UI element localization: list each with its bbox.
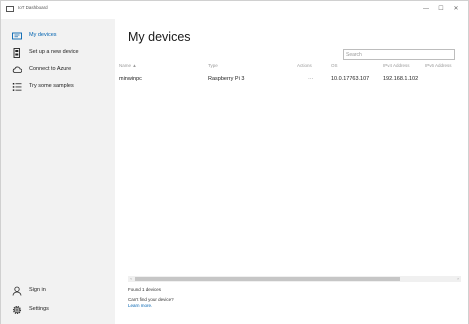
- cant-find-text: Can't find your device?: [128, 297, 174, 302]
- app-window: IoT Dashboard — ☐ ✕ My devices Set up a …: [0, 0, 469, 324]
- cloud-icon: [12, 65, 22, 75]
- device-actions-button[interactable]: ···: [308, 76, 314, 82]
- app-icon: [6, 6, 14, 12]
- sidebar-item-label: Set up a new device: [29, 49, 79, 55]
- main-content: My devices Name ▲ Type Actions OS IPv4 A…: [115, 19, 468, 324]
- sidebar-item-label: My devices: [29, 32, 57, 38]
- search-box[interactable]: [343, 49, 455, 60]
- column-header-actions[interactable]: Actions: [297, 63, 312, 68]
- sidebar-item-label: Connect to Azure: [29, 66, 72, 72]
- column-header-type[interactable]: Type: [208, 63, 218, 68]
- maximize-button[interactable]: ☐: [435, 4, 447, 14]
- list-icon: [12, 82, 22, 92]
- new-device-icon: [12, 48, 22, 58]
- device-count: Found 1 devices: [128, 287, 162, 292]
- column-header-os[interactable]: OS: [331, 63, 338, 68]
- sidebar-item-setup-device[interactable]: Set up a new device: [1, 45, 115, 61]
- sidebar-item-label: Settings: [29, 306, 49, 312]
- device-name: minwinpc: [119, 76, 142, 82]
- page-title: My devices: [128, 30, 191, 44]
- sidebar: My devices Set up a new device Connect t…: [1, 19, 115, 324]
- scrollbar-thumb[interactable]: [135, 277, 400, 281]
- column-header-ipv4[interactable]: IPv4 Address: [383, 63, 410, 68]
- device-ipv4: 192.168.1.102: [383, 76, 419, 82]
- close-button[interactable]: ✕: [450, 4, 462, 14]
- minimize-button[interactable]: —: [420, 4, 432, 14]
- sidebar-item-sign-in[interactable]: Sign in: [1, 283, 115, 299]
- gear-icon: [12, 305, 22, 315]
- title-bar[interactable]: IoT Dashboard — ☐ ✕: [1, 1, 468, 19]
- sidebar-item-label: Try some samples: [29, 83, 74, 89]
- column-header-name[interactable]: Name ▲: [119, 63, 137, 68]
- search-input[interactable]: [346, 51, 446, 59]
- column-header-ipv6[interactable]: IPv6 Address: [425, 63, 452, 68]
- devices-icon: [12, 31, 22, 41]
- sidebar-item-my-devices[interactable]: My devices: [1, 28, 115, 44]
- scroll-right-icon[interactable]: ›: [455, 276, 461, 282]
- sidebar-item-samples[interactable]: Try some samples: [1, 79, 115, 95]
- sidebar-item-connect-azure[interactable]: Connect to Azure: [1, 62, 115, 78]
- device-type: Raspberry Pi 3: [208, 76, 245, 82]
- learn-more-link[interactable]: Learn more.: [128, 303, 152, 308]
- device-os: 10.0.17763.107: [331, 76, 370, 82]
- sidebar-item-label: Sign in: [29, 287, 46, 293]
- sidebar-item-settings[interactable]: Settings: [1, 302, 115, 318]
- horizontal-scrollbar[interactable]: ‹ ›: [128, 276, 461, 282]
- scroll-left-icon[interactable]: ‹: [128, 276, 134, 282]
- window-title: IoT Dashboard: [18, 5, 48, 10]
- person-icon: [12, 286, 22, 296]
